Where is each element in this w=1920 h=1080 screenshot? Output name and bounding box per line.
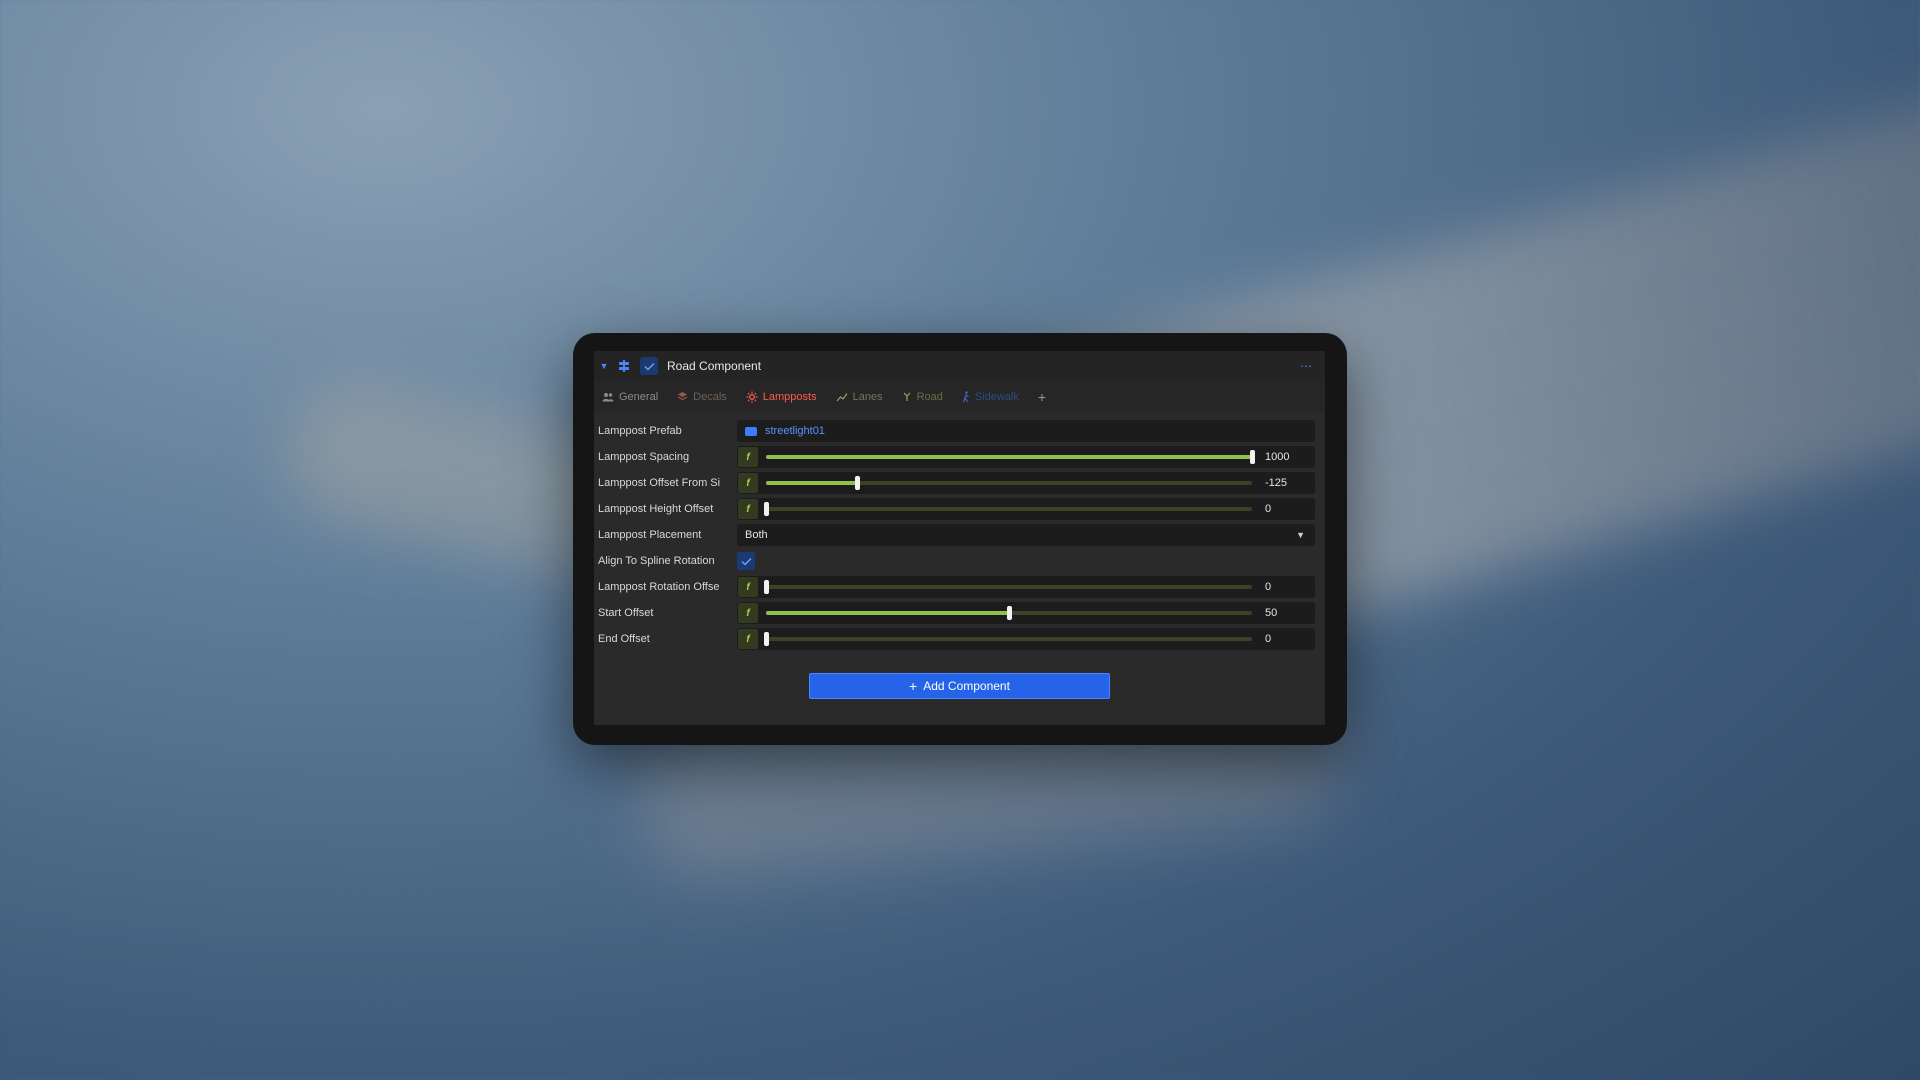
end-offset-value[interactable]: 0 — [1265, 633, 1271, 645]
people-icon — [602, 392, 614, 401]
slider-thumb[interactable] — [764, 502, 769, 516]
property-label: Lamppost Placement — [598, 529, 702, 541]
slider-thumb[interactable] — [1250, 450, 1255, 464]
property-label: Lamppost Offset From Si — [598, 477, 721, 489]
spacing-value[interactable]: 1000 — [1265, 451, 1289, 463]
float-type-badge: f — [738, 577, 758, 597]
slider-thumb[interactable] — [764, 580, 769, 594]
offset-side-value[interactable]: -125 — [1265, 477, 1287, 489]
walk-icon — [962, 390, 969, 402]
check-icon — [644, 362, 654, 370]
property-row-rotation-offset: Lamppost Rotation Offse f 0 — [594, 574, 1325, 600]
end-offset-slider[interactable] — [764, 632, 1252, 646]
height-offset-value[interactable]: 0 — [1265, 503, 1271, 515]
float-type-badge: f — [738, 499, 758, 519]
slider-thumb[interactable] — [764, 632, 769, 646]
height-offset-slider[interactable] — [764, 502, 1252, 516]
road-icon — [903, 392, 911, 401]
prefab-field[interactable]: streetlight01 — [737, 420, 1315, 442]
tab-sidewalk[interactable]: Sidewalk — [962, 391, 1019, 403]
rotation-offset-value[interactable]: 0 — [1265, 581, 1271, 593]
float-type-badge: f — [738, 447, 758, 467]
tab-decals[interactable]: Decals — [677, 391, 727, 403]
slider-fill — [766, 611, 1009, 615]
plus-icon: + — [909, 678, 918, 694]
offset-side-slider-field: f -125 — [737, 472, 1315, 494]
tab-road[interactable]: Road — [902, 391, 943, 403]
tab-label: Lanes — [852, 390, 883, 403]
property-row-align-spline: Align To Spline Rotation — [594, 548, 1325, 574]
start-offset-value[interactable]: 50 — [1265, 607, 1277, 619]
add-component-wrap: + Add Component — [594, 673, 1325, 699]
collapse-triangle-icon[interactable]: ▼ — [598, 361, 610, 371]
end-offset-slider-field: f 0 — [737, 628, 1315, 650]
rotation-offset-slider[interactable] — [764, 580, 1252, 594]
slider-thumb[interactable] — [855, 476, 861, 490]
spacing-slider-field: f 1000 — [737, 446, 1315, 468]
chart-line-icon — [836, 392, 848, 401]
property-label: Lamppost Spacing — [598, 451, 690, 463]
property-row-prefab: Lamppost Prefab streetlight01 — [594, 418, 1325, 444]
property-row-placement: Lamppost Placement Both ▼ — [594, 522, 1325, 548]
float-type-badge: f — [738, 473, 758, 493]
tab-label: Sidewalk — [974, 390, 1019, 403]
rotation-offset-slider-field: f 0 — [737, 576, 1315, 598]
property-label: Lamppost Height Offset — [598, 503, 714, 515]
tab-lanes[interactable]: Lanes — [836, 391, 883, 403]
tab-bar: General Decals Lampposts Lanes Road Side… — [594, 381, 1325, 412]
sun-icon — [746, 391, 758, 402]
prefab-value: streetlight01 — [765, 425, 825, 437]
slider-thumb[interactable] — [1007, 606, 1012, 620]
inspector-panel: ▼ Road Component ⋯ General Decals Lamppo… — [594, 351, 1325, 725]
offset-side-slider[interactable] — [766, 476, 1252, 490]
float-type-badge: f — [738, 603, 758, 623]
property-row-height-offset: Lamppost Height Offset f 0 — [594, 496, 1325, 522]
property-label: End Offset — [598, 633, 650, 645]
slider-fill — [766, 455, 1252, 459]
float-type-badge: f — [738, 629, 758, 649]
check-icon — [741, 557, 751, 565]
start-offset-slider-field: f 50 — [737, 602, 1315, 624]
property-label: Start Offset — [598, 607, 654, 619]
road-sign-icon — [616, 358, 632, 374]
component-title: Road Component — [667, 359, 762, 373]
property-label: Align To Spline Rotation — [598, 555, 715, 567]
layers-icon — [677, 392, 688, 401]
property-row-spacing: Lamppost Spacing f 1000 — [594, 444, 1325, 470]
tab-label: Road — [916, 390, 943, 403]
property-row-start-offset: Start Offset f 50 — [594, 600, 1325, 626]
device-frame: ▼ Road Component ⋯ General Decals Lamppo… — [573, 333, 1347, 745]
add-component-label: Add Component — [923, 679, 1010, 693]
placement-dropdown[interactable]: Both ▼ — [737, 524, 1315, 546]
tab-general[interactable]: General — [602, 391, 658, 403]
tab-label: Lampposts — [762, 390, 817, 403]
prefab-icon — [745, 426, 757, 436]
property-list: Lamppost Prefab streetlight01 Lamppost S… — [594, 412, 1325, 652]
add-component-button[interactable]: + Add Component — [809, 673, 1110, 699]
component-enabled-checkbox[interactable] — [640, 357, 658, 375]
chevron-down-icon: ▼ — [1296, 530, 1305, 540]
property-row-offset-side: Lamppost Offset From Si f -125 — [594, 470, 1325, 496]
add-tab-icon[interactable]: + — [1038, 389, 1046, 405]
align-spline-checkbox[interactable] — [737, 552, 755, 570]
property-row-end-offset: End Offset f 0 — [594, 626, 1325, 652]
more-options-icon[interactable]: ⋯ — [1300, 359, 1313, 373]
height-offset-slider-field: f 0 — [737, 498, 1315, 520]
start-offset-slider[interactable] — [766, 606, 1252, 620]
tab-label: General — [619, 390, 659, 403]
slider-fill — [766, 481, 858, 485]
placement-selected-value: Both — [745, 529, 768, 541]
tab-label: Decals — [693, 390, 727, 403]
component-header: ▼ Road Component ⋯ — [594, 351, 1325, 381]
tab-lampposts[interactable]: Lampposts — [746, 391, 817, 403]
property-label: Lamppost Rotation Offse — [598, 581, 720, 593]
property-label: Lamppost Prefab — [598, 425, 682, 437]
spacing-slider[interactable] — [766, 450, 1255, 464]
